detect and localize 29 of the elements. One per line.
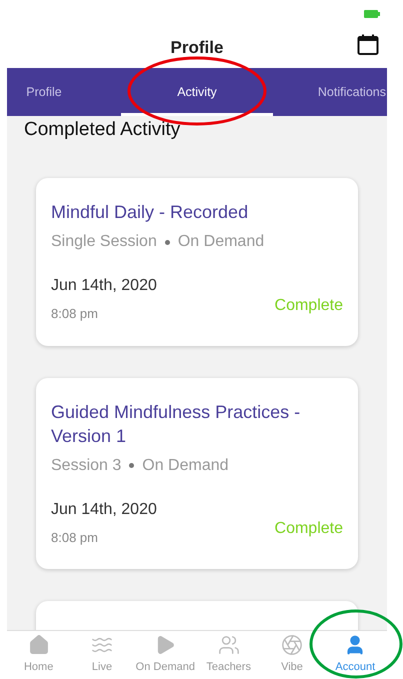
- nav-item[interactable]: Teachers: [196, 631, 260, 679]
- session-source: On Demand: [142, 456, 229, 476]
- nav-item[interactable]: Live: [70, 631, 134, 679]
- status-label: Complete: [274, 519, 343, 539]
- activity-title: Guided Mindfulness Practices - Version 1: [51, 400, 302, 448]
- house-icon: [28, 634, 50, 656]
- activity-time: 8:08 pm: [51, 528, 99, 547]
- nav-item[interactable]: Account: [324, 631, 387, 679]
- activity-card[interactable]: Mindful Daily - Recorded Single Session On Demand Jun 14th, 2020 8:08 pm Complete: [36, 178, 358, 346]
- nav-item[interactable]: Home: [7, 631, 70, 679]
- nav-item[interactable]: On Demand: [134, 631, 197, 679]
- nav-item[interactable]: Vibe: [260, 631, 324, 679]
- session-type: Single Session: [51, 232, 157, 252]
- section-title: Completed Activity: [23, 118, 182, 142]
- status-label: Complete: [274, 296, 343, 316]
- tab[interactable]: Notifications: [273, 68, 387, 116]
- people-icon: [218, 634, 240, 656]
- activity-card[interactable]: Guided Mindfulness Practices - Version 1 Session 3 On Demand Jun 14th, 2020 8:08 pm Complete: [36, 378, 358, 569]
- page-title: Profile: [170, 37, 224, 60]
- aperture-icon: [280, 634, 303, 656]
- battery-icon: [364, 10, 380, 18]
- activity-date: Jun 14th, 2020: [51, 276, 157, 296]
- tab[interactable]: Profile: [7, 68, 121, 116]
- session-source: On Demand: [178, 232, 264, 252]
- calendar-icon[interactable]: [357, 34, 379, 56]
- activity-date: Jun 14th, 2020: [51, 500, 157, 520]
- session-type: Session 3: [51, 456, 122, 476]
- activity-time: 8:08 pm: [51, 305, 99, 323]
- activity-title: Mindful Daily - Recorded: [51, 201, 250, 224]
